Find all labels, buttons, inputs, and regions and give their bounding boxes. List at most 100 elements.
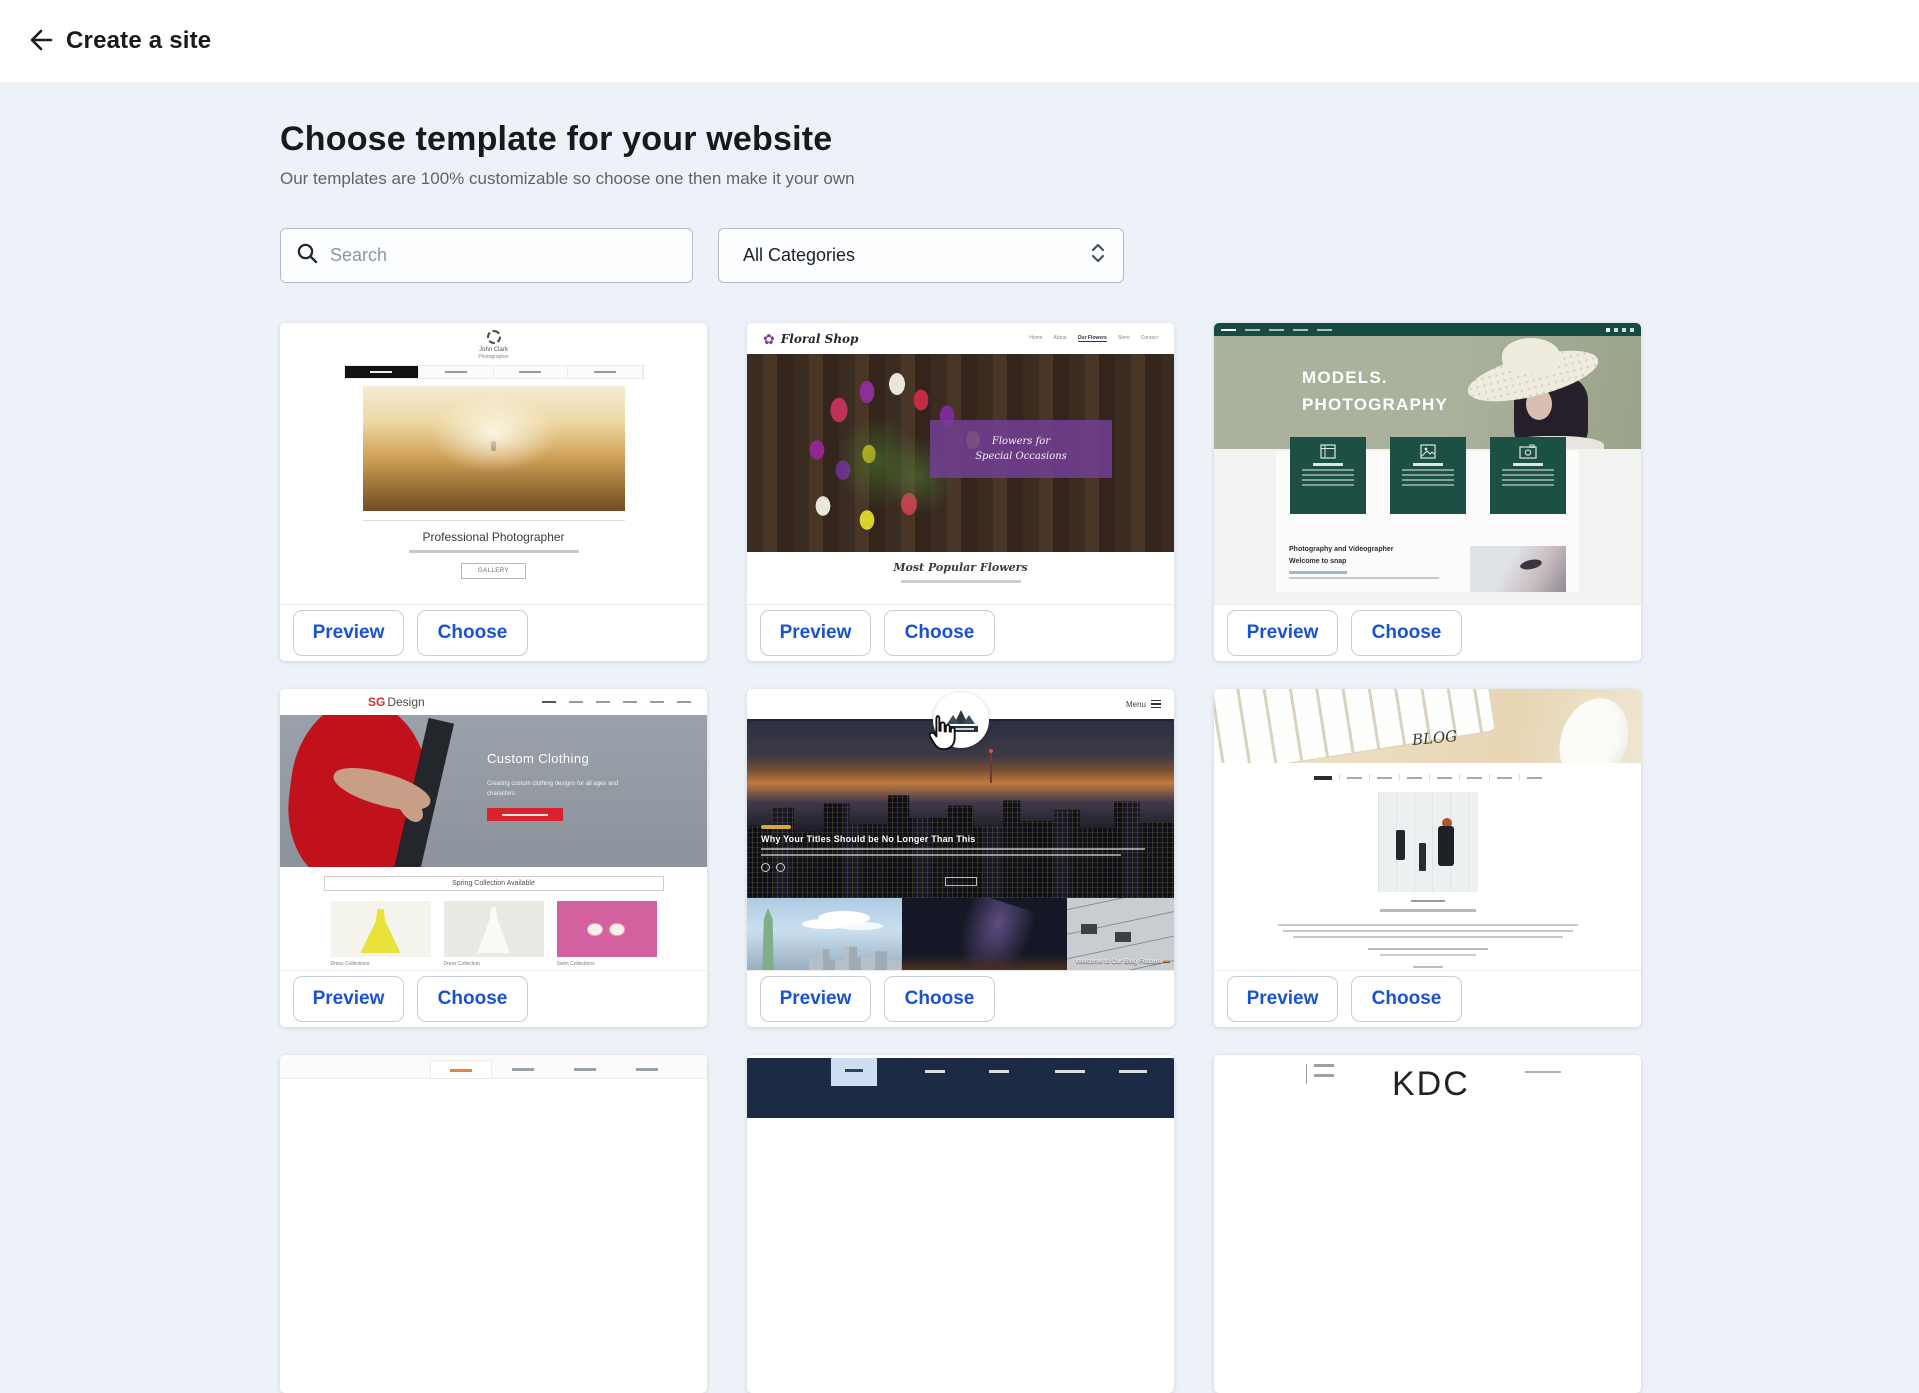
template-card-travel-blog: Menu Why Your Titles Should be No Longer… xyxy=(747,689,1174,1027)
back-button[interactable] xyxy=(16,18,62,64)
mini-site-title: KDC xyxy=(1392,1065,1470,1104)
flower-logo-icon: ✿ xyxy=(763,332,775,346)
choose-button[interactable]: Choose xyxy=(1351,976,1462,1022)
template-thumbnail-floral: ✿ Floral Shop Home About Our Flowers Sto… xyxy=(747,323,1174,604)
mountain-badge-logo xyxy=(933,692,989,748)
mini-promo-bar: Spring Collection Available xyxy=(324,876,664,891)
mouse-photo xyxy=(1548,689,1640,763)
card-footer: Preview Choose xyxy=(280,604,707,661)
choose-button[interactable]: Choose xyxy=(417,976,528,1022)
placeholder-text-bar xyxy=(409,550,579,553)
mini-social-icons xyxy=(1606,328,1634,332)
preview-button[interactable]: Preview xyxy=(1227,976,1338,1022)
hamburger-icon xyxy=(1151,700,1161,709)
mini-section-title: Most Popular Flowers xyxy=(747,561,1174,574)
mini-gallery-button: GALLERY xyxy=(461,563,526,579)
feature-card-video xyxy=(1290,437,1366,514)
choose-button[interactable]: Choose xyxy=(884,976,995,1022)
model-hat-photo: MODELS. PHOTOGRAPHY xyxy=(1214,336,1641,449)
card-footer: Preview Choose xyxy=(280,970,707,1027)
template-thumbnail-sg-design: SGDesign Custom Clothing Creating custom… xyxy=(280,689,707,970)
mini-outline-button xyxy=(945,877,977,886)
swimwear-photo xyxy=(557,901,657,957)
mini-side-menu xyxy=(1306,1064,1334,1084)
mini-kicker-bar xyxy=(761,825,791,829)
yellow-dress-photo xyxy=(331,901,431,957)
red-dress-photo: Custom Clothing Creating custom clothing… xyxy=(280,715,707,867)
card-footer: Preview Choose xyxy=(1214,970,1641,1027)
template-card-kdc: KDC xyxy=(1214,1055,1641,1393)
template-card-blog-keyboard: BLOG Preview Choose xyxy=(1214,689,1641,1027)
mini-red-button xyxy=(487,808,563,821)
mini-hero-title: Why Your Titles Should be No Longer Than… xyxy=(761,834,1145,844)
ski-lift-photo: Welcome to Our Blog Feature ••• xyxy=(1067,898,1174,970)
mini-navbar xyxy=(542,701,691,703)
sunset-field-photo xyxy=(363,386,625,511)
mini-heading: Professional Photographer xyxy=(280,530,707,544)
app-header: Create a site xyxy=(0,0,1919,83)
mini-thumb-caption: Welcome to Our Blog Feature ••• xyxy=(1075,958,1170,965)
card-footer: Preview Choose xyxy=(747,604,1174,661)
placeholder-text-bar xyxy=(901,580,1021,583)
choose-button[interactable]: Choose xyxy=(417,610,528,656)
mini-navbar xyxy=(1214,323,1641,336)
template-thumbnail-travel-blog: Menu Why Your Titles Should be No Longer… xyxy=(747,689,1174,970)
mini-hero-word: BLOG xyxy=(1411,727,1458,749)
feature-card-images xyxy=(1390,437,1466,514)
choose-button[interactable]: Choose xyxy=(884,610,995,656)
template-card-models-photography: MODELS. PHOTOGRAPHY xyxy=(1214,323,1641,661)
preview-button[interactable]: Preview xyxy=(293,610,404,656)
night-sky-photo xyxy=(902,898,1067,970)
main-heading: Choose template for your website xyxy=(280,120,855,159)
template-thumbnail-navy xyxy=(747,1055,1174,1336)
mini-hero-title: Custom Clothing xyxy=(487,751,637,766)
arrow-left-icon xyxy=(24,25,54,58)
search-input[interactable] xyxy=(330,245,677,266)
card-footer: Preview Choose xyxy=(1214,604,1641,661)
aperture-logo-icon xyxy=(487,330,501,344)
template-grid: John Clark Photographer Professional Pho… xyxy=(280,323,1641,1393)
mini-hero-title: MODELS. PHOTOGRAPHY xyxy=(1302,364,1448,418)
template-card-navy-portfolio xyxy=(747,1055,1174,1393)
mini-brand: SGDesign xyxy=(368,695,425,709)
mini-hero-subtitle: Creating custom clothing designs for all… xyxy=(487,779,637,799)
keyboard-desk-photo: BLOG xyxy=(1214,689,1641,763)
statue-of-liberty-photo xyxy=(747,898,902,970)
search-box[interactable] xyxy=(280,228,693,283)
page-title: Create a site xyxy=(66,27,211,55)
mini-navbar xyxy=(344,365,644,379)
mini-brand: Floral Shop xyxy=(781,332,859,346)
template-thumbnail-tabbed xyxy=(280,1055,707,1336)
template-card-tabbed-site xyxy=(280,1055,707,1393)
mini-navbar: Home About Our Flowers Store Contact xyxy=(1029,335,1158,342)
mini-feature-cards xyxy=(1214,437,1641,514)
category-selected-value: All Categories xyxy=(743,245,855,266)
template-card-sg-design: SGDesign Custom Clothing Creating custom… xyxy=(280,689,707,1027)
page-head: Choose template for your website Our tem… xyxy=(280,120,855,189)
template-thumbnail-photographer: John Clark Photographer Professional Pho… xyxy=(280,323,707,604)
template-card-floral-shop: ✿ Floral Shop Home About Our Flowers Sto… xyxy=(747,323,1174,661)
filters-row: All Categories xyxy=(280,228,1124,283)
preview-button[interactable]: Preview xyxy=(760,976,871,1022)
carousel-arrows xyxy=(761,863,1145,872)
tulip-bouquet-photo: Flowers for Special Occasions xyxy=(747,354,1174,552)
preview-button[interactable]: Preview xyxy=(1227,610,1338,656)
template-thumbnail-kdc: KDC xyxy=(1214,1055,1641,1336)
template-thumbnail-blog: BLOG xyxy=(1214,689,1641,970)
mini-thumbnail-row: Welcome to Our Blog Feature ••• xyxy=(747,898,1174,970)
preview-button[interactable]: Preview xyxy=(293,976,404,1022)
mini-product-row: Dress Collections Dress Collection Swim … xyxy=(280,901,707,967)
mini-hero-banner: Flowers for Special Occasions xyxy=(930,420,1112,478)
choose-button[interactable]: Choose xyxy=(1351,610,1462,656)
category-dropdown[interactable]: All Categories xyxy=(718,228,1124,283)
card-footer: Preview Choose xyxy=(747,970,1174,1027)
template-card-photographer: John Clark Photographer Professional Pho… xyxy=(280,323,707,661)
office-people-photo xyxy=(1378,792,1478,892)
site-logo-subtext: Photographer xyxy=(280,354,707,360)
mini-navbar xyxy=(747,1058,1174,1118)
feature-card-photography xyxy=(1490,437,1566,514)
search-icon xyxy=(296,242,319,270)
makeup-face-photo xyxy=(1470,546,1566,592)
preview-button[interactable]: Preview xyxy=(760,610,871,656)
site-logo-text: John Clark xyxy=(280,347,707,353)
